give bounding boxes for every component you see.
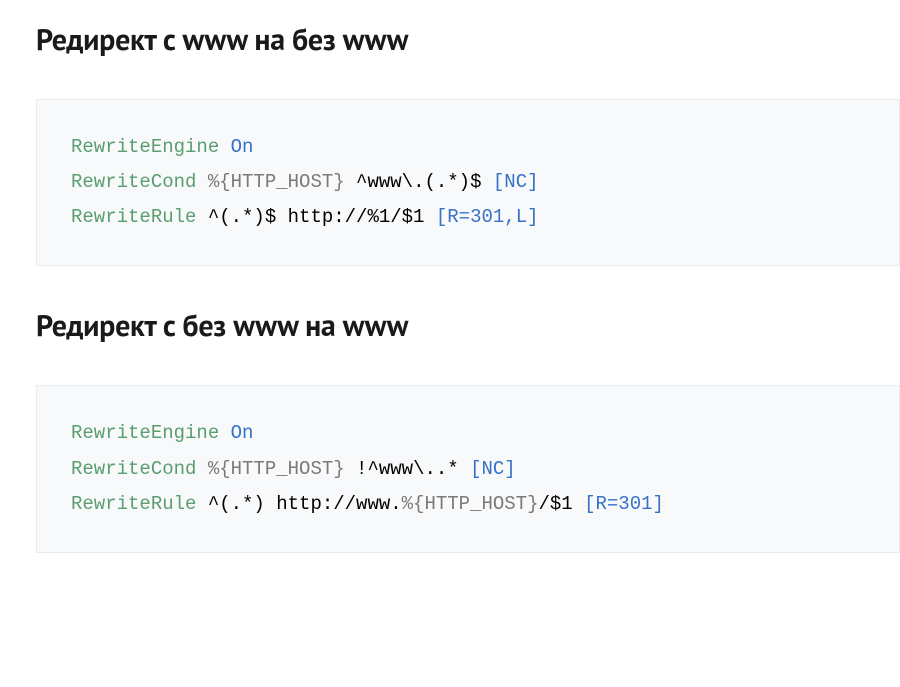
code-line: RewriteEngine On: [71, 130, 865, 165]
code-token: %{HTTP_HOST}: [402, 493, 539, 515]
code-token: %{HTTP_HOST}: [208, 171, 345, 193]
code-token: ^(.*) http://www.: [196, 493, 401, 515]
heading-no-www-to-www: Редирект с без www на www: [36, 306, 900, 345]
code-token: RewriteRule: [71, 493, 196, 515]
code-line: RewriteCond %{HTTP_HOST} !^www\..* [NC]: [71, 452, 865, 487]
code-token: [R=301,L]: [436, 206, 539, 228]
code-token: %{HTTP_HOST}: [208, 458, 345, 480]
code-token: [219, 136, 230, 158]
code-token: RewriteEngine: [71, 136, 219, 158]
code-token: [219, 422, 230, 444]
code-token: ^(.*)$ http://%1/$1: [196, 206, 435, 228]
code-line: RewriteCond %{HTTP_HOST} ^www\.(.*)$ [NC…: [71, 165, 865, 200]
code-token: [R=301]: [584, 493, 664, 515]
code-token: RewriteEngine: [71, 422, 219, 444]
code-token: /$1: [538, 493, 584, 515]
code-token: RewriteCond: [71, 171, 196, 193]
heading-www-to-no-www: Редирект с www на без www: [36, 20, 900, 59]
code-block-2: RewriteEngine OnRewriteCond %{HTTP_HOST}…: [36, 385, 900, 552]
code-token: RewriteCond: [71, 458, 196, 480]
code-token: [196, 171, 207, 193]
code-line: RewriteEngine On: [71, 416, 865, 451]
code-line: RewriteRule ^(.*) http://www.%{HTTP_HOST…: [71, 487, 865, 522]
code-token: RewriteRule: [71, 206, 196, 228]
code-token: !^www\..*: [345, 458, 470, 480]
code-token: On: [231, 136, 254, 158]
code-token: ^www\.(.*)$: [345, 171, 493, 193]
code-token: [NC]: [470, 458, 516, 480]
code-token: On: [231, 422, 254, 444]
code-line: RewriteRule ^(.*)$ http://%1/$1 [R=301,L…: [71, 200, 865, 235]
code-block-1: RewriteEngine OnRewriteCond %{HTTP_HOST}…: [36, 99, 900, 266]
section-www-to-no-www: Редирект с www на без www RewriteEngine …: [36, 20, 900, 266]
code-token: [196, 458, 207, 480]
section-no-www-to-www: Редирект с без www на www RewriteEngine …: [36, 306, 900, 552]
code-token: [NC]: [493, 171, 539, 193]
